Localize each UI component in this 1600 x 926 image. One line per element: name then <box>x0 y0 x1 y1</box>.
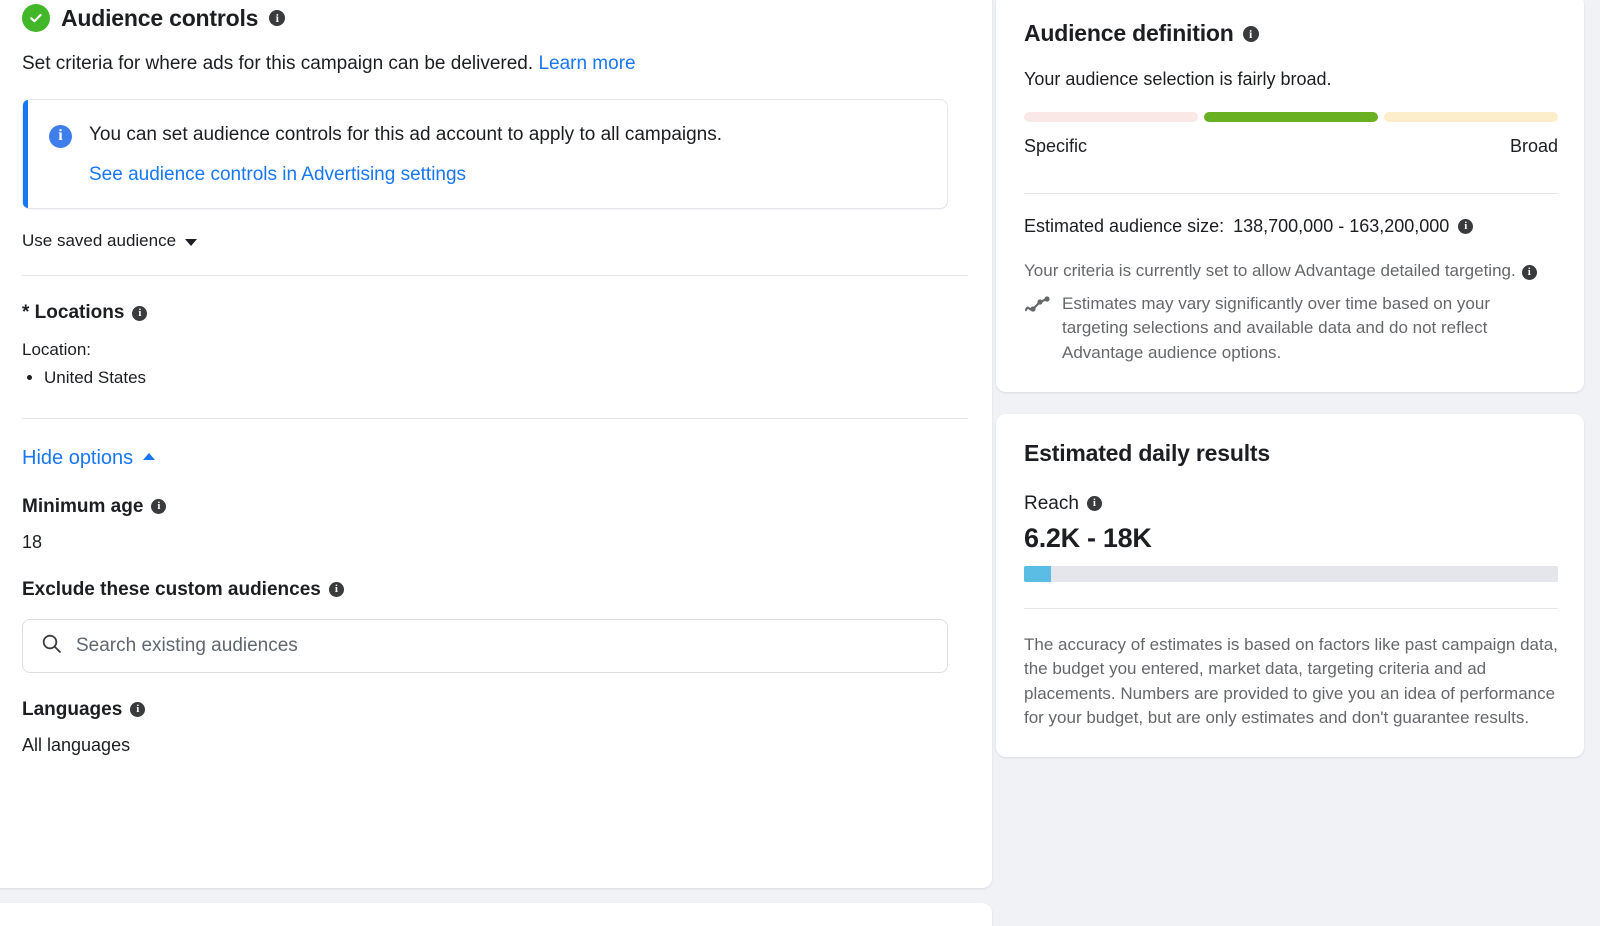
estimates-vary-note: Estimates may vary significantly over ti… <box>1024 292 1558 366</box>
info-icon[interactable]: i <box>130 702 146 718</box>
notice-accent-bar <box>23 99 28 209</box>
divider <box>22 275 968 277</box>
hide-options-toggle[interactable]: Hide options <box>22 446 156 470</box>
estimated-audience-size-label: Estimated audience size: <box>1024 216 1225 236</box>
divider <box>1024 193 1558 194</box>
info-icon[interactable]: i <box>269 10 286 26</box>
minimum-age-label-text: Minimum age <box>22 495 144 517</box>
audience-definition-title: Audience definition i <box>1024 20 1558 47</box>
page-root: Audience controls i Set criteria for whe… <box>0 0 1600 926</box>
audience-controls-card: Audience controls i Set criteria for whe… <box>0 0 992 888</box>
trend-line-icon <box>1024 296 1050 321</box>
info-icon[interactable]: i <box>328 582 344 598</box>
info-icon[interactable]: i <box>1242 25 1259 42</box>
exclude-audiences-label-text: Exclude these custom audiences <box>22 578 321 600</box>
location-sublabel: Location: <box>22 340 91 360</box>
section-description: Set criteria for where ads for this camp… <box>22 52 968 77</box>
meter-segment-broad <box>1384 112 1558 122</box>
search-input-placeholder[interactable]: Search existing audiences <box>76 635 298 657</box>
exclude-audiences-search-box[interactable]: Search existing audiences <box>22 618 948 673</box>
chevron-down-icon <box>185 239 198 247</box>
reach-progress-track <box>1024 565 1558 582</box>
reach-label-text: Reach <box>1024 492 1079 514</box>
learn-more-link[interactable]: Learn more <box>538 53 635 74</box>
info-circle-icon: i <box>49 124 72 148</box>
info-icon[interactable]: i <box>1521 265 1537 280</box>
minimum-age-label: Minimum age i <box>22 496 968 518</box>
use-saved-audience-dropdown[interactable]: Use saved audience <box>22 231 198 251</box>
right-sidebar: Audience definition i Your audience sele… <box>996 0 1584 758</box>
page-title: Audience controls <box>61 4 259 31</box>
info-icon[interactable]: i <box>1458 219 1474 234</box>
audience-definition-card: Audience definition i Your audience sele… <box>996 0 1584 392</box>
info-icon[interactable]: i <box>132 305 148 321</box>
locations-label: * Locations i <box>22 302 968 324</box>
estimated-audience-size: Estimated audience size: 138,700,000 - 1… <box>1024 216 1558 237</box>
meter-segment-balanced <box>1204 112 1378 122</box>
languages-label-text: Languages <box>22 698 123 720</box>
audience-definition-title-text: Audience definition <box>1024 20 1234 46</box>
section-description-text: Set criteria for where ads for this camp… <box>22 53 534 74</box>
divider <box>1024 607 1558 609</box>
use-saved-audience-label: Use saved audience <box>22 231 177 251</box>
divider <box>22 417 968 419</box>
accuracy-note: The accuracy of estimates is based on fa… <box>1024 634 1558 728</box>
estimates-vary-text: Estimates may vary significantly over ti… <box>1062 293 1491 362</box>
languages-value: All languages <box>22 734 131 755</box>
estimated-daily-results-card: Estimated daily results Reach i 6.2K - 1… <box>996 413 1584 758</box>
estimated-audience-size-value: 138,700,000 - 163,200,000 <box>1233 216 1450 236</box>
criteria-note-text: Your criteria is currently set to allow … <box>1024 261 1516 280</box>
next-section-card <box>0 903 992 926</box>
exclude-audiences-label: Exclude these custom audiences i <box>22 579 968 601</box>
reach-progress-fill <box>1024 565 1051 582</box>
languages-label: Languages i <box>22 699 968 721</box>
minimum-age-value: 18 <box>22 531 43 552</box>
locations-label-text: * Locations <box>22 302 125 324</box>
estimated-daily-results-title: Estimated daily results <box>1024 439 1270 466</box>
list-item: United States <box>44 364 968 391</box>
info-icon[interactable]: i <box>151 499 167 515</box>
audience-breadth-meter <box>1024 112 1558 122</box>
check-circle-icon <box>22 4 50 32</box>
chevron-up-icon <box>143 453 156 461</box>
criteria-note: Your criteria is currently set to allow … <box>1024 259 1558 284</box>
audience-definition-summary: Your audience selection is fairly broad. <box>1024 69 1332 89</box>
notice-text: You can set audience controls for this a… <box>89 123 723 145</box>
info-icon[interactable]: i <box>1086 496 1102 512</box>
hide-options-label: Hide options <box>22 446 134 469</box>
meter-labels: Specific Broad <box>1024 136 1558 157</box>
reach-label: Reach i <box>1024 493 1558 515</box>
section-header: Audience controls i <box>22 4 968 32</box>
search-icon <box>41 633 62 659</box>
locations-list: United States <box>44 364 968 391</box>
reach-value: 6.2K - 18K <box>1024 522 1152 553</box>
audience-controls-notice: i You can set audience controls for this… <box>22 98 948 210</box>
meter-label-specific: Specific <box>1024 136 1088 156</box>
meter-label-broad: Broad <box>1509 136 1558 156</box>
advertising-settings-link[interactable]: See audience controls in Advertising set… <box>89 164 466 186</box>
meter-segment-specific <box>1024 112 1198 122</box>
